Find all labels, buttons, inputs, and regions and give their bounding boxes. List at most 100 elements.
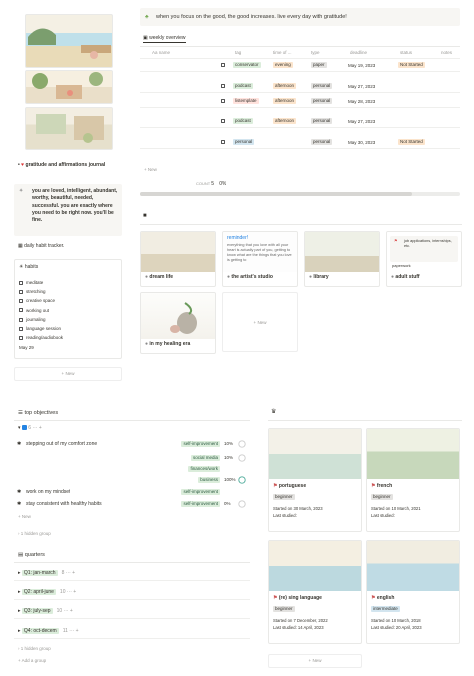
bookmark-icon: ■ <box>143 213 147 219</box>
row-time: afternoon <box>273 98 297 104</box>
table-header: Aa name tag time of ... type deadline st… <box>140 47 460 59</box>
progress-ring-icon <box>238 476 246 484</box>
objective-text[interactable]: stepping out of my comfort zone <box>26 441 97 447</box>
progress-ring-icon <box>238 500 246 508</box>
quarter-label: Q1: jan-march <box>21 570 58 576</box>
languages-rule <box>268 420 462 421</box>
objectives-hidden-group[interactable]: › 1 hidden group <box>18 531 51 536</box>
language-card[interactable]: ⚑ english intermediate Started on 10 March… <box>366 540 460 644</box>
reminder-text: everything that you love with all your h… <box>227 243 292 262</box>
gallery-card[interactable]: ⚑ job applications, internships, etc. pape… <box>386 231 462 287</box>
language-name: english <box>376 595 395 601</box>
new-language-button[interactable]: + New <box>268 654 362 668</box>
header-name: Aa name <box>152 50 171 55</box>
language-level-row: beginner <box>269 489 361 502</box>
gallery-card[interactable]: ● library <box>304 231 380 287</box>
table-row[interactable]: personal personal May 30, 2023 Not Started <box>140 137 460 149</box>
quarter-group[interactable]: ▸ Q2: april-june 10 ··· + <box>18 589 76 595</box>
adult-stuff-text: job applications, internships, etc. <box>404 239 452 248</box>
row-checkbox[interactable] <box>221 119 225 123</box>
habit-item[interactable]: language session <box>19 324 117 333</box>
language-last-studied: Last studied: 14 April, 2023 <box>273 625 324 631</box>
star-icon: ✱ <box>17 501 22 507</box>
gallery-card-title: library <box>313 274 329 280</box>
new-objective-button[interactable]: + New <box>18 514 31 519</box>
language-name-row: ⚑ french <box>367 479 459 489</box>
habit-checkbox[interactable] <box>19 326 23 331</box>
row-tag: podcast <box>233 83 253 89</box>
add-group-button[interactable]: + Add a group <box>18 658 46 663</box>
habit-item[interactable]: working out <box>19 306 117 315</box>
row-deadline: May 27, 2023 <box>348 119 376 124</box>
quarter-group[interactable]: ▸ Q1: jan-march 8 ··· + <box>18 570 75 576</box>
gallery-card[interactable]: ● dream life <box>140 231 216 287</box>
habit-checkbox[interactable] <box>19 308 23 313</box>
language-name-row: ⚑ portuguese <box>269 479 361 489</box>
gallery-card-title: in my healing era <box>149 341 191 347</box>
habits-card[interactable]: ☀ habits meditate stretching creative spac… <box>14 259 122 359</box>
habit-checkbox[interactable] <box>19 290 23 295</box>
star-icon: ✱ <box>17 441 22 447</box>
objective-tag: self-improvement <box>181 441 220 447</box>
list-icon: ☰ <box>18 410 23 416</box>
quarters-hidden-group[interactable]: › 1 hidden group <box>18 646 51 651</box>
objective-text[interactable]: stay consistent with healthy habits <box>26 501 102 507</box>
habit-checkbox[interactable] <box>19 299 23 304</box>
language-card[interactable]: ⚑ portuguese beginner Started on 30 March,… <box>268 428 362 532</box>
language-level: beginner <box>273 494 295 500</box>
habit-date: May 29 <box>19 345 34 351</box>
gallery-cover <box>141 232 215 272</box>
count-value: 5 <box>211 181 215 187</box>
objective-progress: 10% <box>224 441 234 446</box>
journal-header[interactable]: • ♥ gratitude and affirmations journal <box>18 162 123 169</box>
language-last-studied: Last studied: <box>273 513 297 519</box>
row-checkbox[interactable] <box>221 140 225 144</box>
objectives-group-toggle[interactable]: ▾ 6 ··· + <box>18 425 42 431</box>
new-row-label: New <box>147 167 157 172</box>
healing-illustration <box>167 301 203 335</box>
pin-icon: ⚑ <box>394 239 398 243</box>
quarter-more-icon: ··· + <box>67 628 79 634</box>
table-row[interactable]: conservator evening paper May 19, 2023 Not S… <box>140 60 460 72</box>
objectives-title: ☰ top objectives <box>18 410 58 417</box>
row-checkbox[interactable] <box>221 99 225 103</box>
habit-item[interactable]: meditate <box>19 278 117 287</box>
adult-stuff-callout: ⚑ job applications, internships, etc. <box>390 236 458 262</box>
progress-ring-icon <box>238 454 246 462</box>
table-row[interactable]: listemplate afternoon personal May 28, 2023 <box>140 96 460 108</box>
row-checkbox[interactable] <box>221 63 225 67</box>
group-check-icon <box>21 425 27 431</box>
row-time: afternoon <box>273 118 297 124</box>
beach-illustration <box>25 14 113 68</box>
habit-item[interactable]: creative space <box>19 296 117 305</box>
row-deadline: May 27, 2023 <box>348 84 376 89</box>
globe-icon: ♛ <box>271 409 277 415</box>
row-checkbox[interactable] <box>221 84 225 88</box>
weekly-overview-tab[interactable]: ▣ weekly overview <box>143 35 186 43</box>
habit-checkbox[interactable] <box>19 336 23 341</box>
habit-item[interactable]: reading/audiobook <box>19 333 117 342</box>
habit-label: creative space <box>26 298 56 304</box>
affirmation-text: you are loved, intelligent, abundant, wo… <box>32 188 118 224</box>
gallery-card[interactable]: reminder! everything that you love with a… <box>222 231 298 287</box>
habit-checkbox[interactable] <box>19 280 23 285</box>
objective-text[interactable]: work on my mindset <box>26 489 70 495</box>
row-tag: personal <box>233 139 255 145</box>
language-card[interactable]: ⚑ french beginner Started on 10 March, 202… <box>366 428 460 532</box>
new-row-button[interactable]: + New <box>144 167 157 172</box>
habit-item[interactable]: journaling <box>19 315 117 324</box>
horizontal-scrollbar[interactable] <box>140 192 460 196</box>
gallery-new-button[interactable]: + New <box>222 292 298 352</box>
table-row[interactable]: podcast afternoon personal May 27, 2023 <box>140 116 460 128</box>
row-type: personal <box>311 98 333 104</box>
new-habit-button[interactable]: + New <box>14 367 122 381</box>
row-tag: conservator <box>233 62 261 68</box>
gallery-card[interactable]: ● in my healing era <box>140 292 216 354</box>
quarter-group[interactable]: ▸ Q3: july-sep 10 ··· + <box>18 608 73 614</box>
quarter-group[interactable]: ▸ Q4: oct-decem 11 ··· + <box>18 628 79 634</box>
tracker-title[interactable]: ▦ daily habit tracker. <box>18 243 64 249</box>
habit-checkbox[interactable] <box>19 317 23 322</box>
table-row[interactable]: podcast afternoon personal May 27, 2023 <box>140 81 460 93</box>
language-card[interactable]: ⚑ (re) sing language beginner Started on 7… <box>268 540 362 644</box>
habit-item[interactable]: stretching <box>19 287 117 296</box>
